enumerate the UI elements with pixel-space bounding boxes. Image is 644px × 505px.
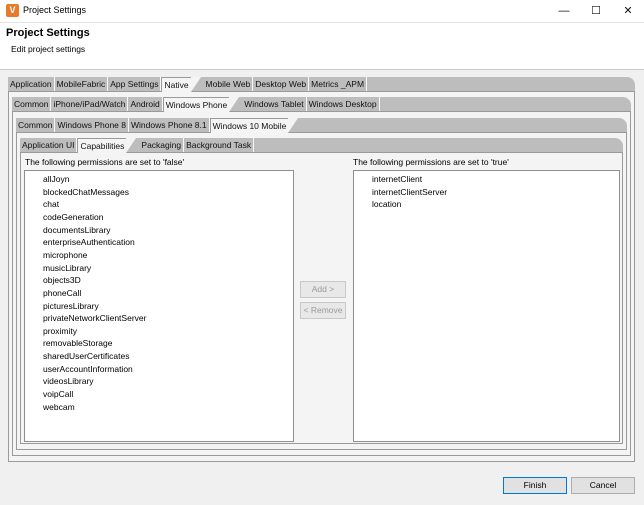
tabs-version: Common Windows Phone 8 Windows Phone 8.1 Wi… — [16, 118, 301, 133]
tab-common[interactable]: Common — [16, 118, 56, 132]
tab-app-settings[interactable]: App Settings — [108, 77, 162, 91]
minimize-icon[interactable]: — — [548, 0, 580, 22]
finish-button[interactable]: Finish — [503, 477, 567, 494]
tab-background-task[interactable]: Background Task — [184, 138, 255, 152]
tab-common[interactable]: Common — [12, 97, 52, 111]
list-item[interactable]: userAccountInformation — [43, 364, 133, 374]
list-item[interactable]: location — [372, 199, 401, 209]
list-item[interactable]: picturesLibrary — [43, 301, 99, 311]
tab-android[interactable]: Android — [128, 97, 163, 111]
list-item[interactable]: voipCall — [43, 389, 73, 399]
page-title: Project Settings — [6, 27, 90, 39]
list-item[interactable]: internetClientServer — [372, 187, 447, 197]
app-logo-icon: V — [6, 4, 19, 17]
remove-button[interactable]: < Remove — [300, 302, 346, 319]
tabs-platform: Common iPhone/iPad/Watch Android Windows Ph… — [12, 97, 380, 112]
tabs-settings: Application UI Capabilities Packaging Backg… — [20, 138, 255, 153]
list-item[interactable]: blockedChatMessages — [43, 187, 129, 197]
tab-mobile-web[interactable]: Mobile Web — [204, 77, 254, 91]
list-item[interactable]: sharedUserCertificates — [43, 351, 129, 361]
add-button[interactable]: Add > — [300, 281, 346, 298]
tab-capabilities[interactable]: Capabilities — [77, 138, 137, 153]
maximize-icon[interactable]: ☐ — [580, 0, 612, 22]
list-item[interactable]: proximity — [43, 326, 77, 336]
tab-windows-desktop[interactable]: Windows Desktop — [307, 97, 380, 111]
list-item[interactable]: enterpriseAuthentication — [43, 237, 135, 247]
tab-windows-10-mobile[interactable]: Windows 10 Mobile — [209, 118, 298, 133]
list-item[interactable]: phoneCall — [43, 288, 81, 298]
list-item[interactable]: webcam — [43, 402, 75, 412]
tab-native[interactable]: Native — [161, 77, 201, 92]
close-icon[interactable]: ✕ — [612, 0, 644, 22]
list-item[interactable]: documentsLibrary — [43, 225, 111, 235]
window-title: Project Settings — [23, 5, 87, 15]
tab-windows-phone-8[interactable]: Windows Phone 8 — [55, 118, 129, 132]
list-item[interactable]: allJoyn — [43, 174, 69, 184]
cancel-button[interactable]: Cancel — [571, 477, 635, 494]
dialog-header: Project Settings Edit project settings — [0, 23, 644, 70]
true-permissions-list[interactable]: internetClient internetClientServer locati… — [353, 170, 620, 442]
tab-application[interactable]: Application — [8, 77, 55, 91]
list-item[interactable]: removableStorage — [43, 338, 112, 348]
list-item[interactable]: microphone — [43, 250, 87, 260]
tab-windows-phone-8-1[interactable]: Windows Phone 8.1 — [129, 118, 210, 132]
tab-iphone-ipad-watch[interactable]: iPhone/iPad/Watch — [51, 97, 129, 111]
list-item[interactable]: codeGeneration — [43, 212, 104, 222]
list-item[interactable]: objects3D — [43, 275, 81, 285]
tabs-main: Application MobileFabric App Settings Nativ… — [8, 77, 368, 92]
false-permissions-label: The following permissions are set to 'fa… — [25, 157, 185, 167]
tab-desktop-web[interactable]: Desktop Web — [253, 77, 310, 91]
true-permissions-label: The following permissions are set to 'tr… — [353, 157, 509, 167]
tab-windows-phone[interactable]: Windows Phone — [162, 97, 240, 112]
list-item[interactable]: privateNetworkClientServer — [43, 313, 146, 323]
tab-packaging[interactable]: Packaging — [139, 138, 185, 152]
page-subtitle: Edit project settings — [11, 44, 86, 54]
list-item[interactable]: musicLibrary — [43, 263, 91, 273]
list-item[interactable]: internetClient — [372, 174, 422, 184]
list-item[interactable]: videosLibrary — [43, 376, 94, 386]
tab-application-ui[interactable]: Application UI — [20, 138, 78, 152]
tab-mobilefabric[interactable]: MobileFabric — [55, 77, 109, 91]
false-permissions-list[interactable]: allJoyn blockedChatMessages chat codeGenera… — [24, 170, 294, 442]
tab-metrics-apm[interactable]: Metrics _APM — [309, 77, 368, 91]
window-titlebar: V Project Settings — ☐ ✕ — [0, 0, 644, 23]
list-item[interactable]: chat — [43, 199, 59, 209]
tab-windows-tablet[interactable]: Windows Tablet — [242, 97, 307, 111]
